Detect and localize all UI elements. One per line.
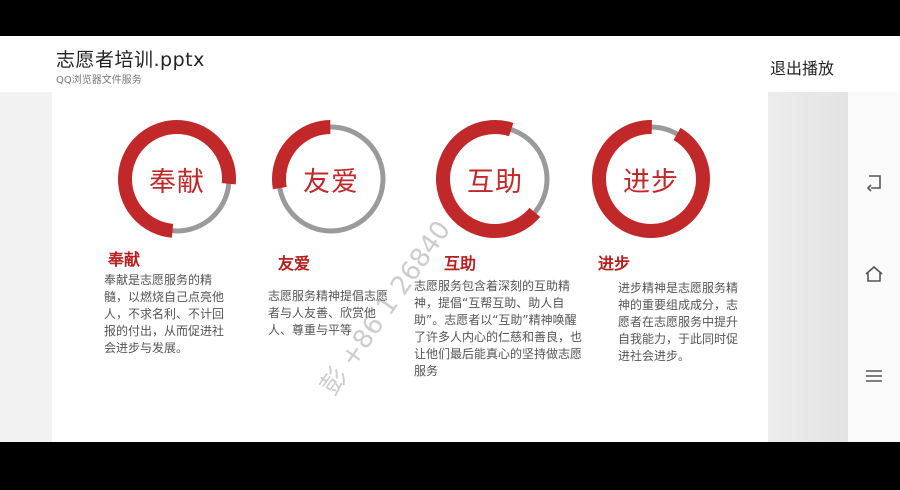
item-description: 志愿服务精神提倡志愿者与人友善、欣赏他人、尊重与平等 [268,289,389,337]
exit-playback-button[interactable]: 退出播放 [770,55,834,79]
item-description: 志愿服务包含着深刻的互助精神，提倡“互帮互助、助人自助”。志愿者以“互助”精神唤… [414,279,583,378]
menu-icon [866,370,882,382]
ring-label: 互助 [467,166,523,198]
menu-button[interactable] [860,362,888,390]
ring-label: 友爱 [303,166,359,198]
item-heading: 互助 [444,254,477,273]
ring-dedication: 奉献 [116,118,238,240]
ring-friendship: 友爱 [270,118,392,240]
navigation-bar [848,92,900,442]
home-icon [865,265,883,282]
ring-label: 进步 [623,166,679,198]
slide-area: 奉献 奉献 奉献是志愿服务的精髓，以燃烧自己点亮他人，不求名利、不计回报的付出，… [0,92,900,442]
home-button[interactable] [860,260,888,288]
viewer-window: 志愿者培训.pptx QQ浏览器文件服务 退出播放 奉献 奉献 奉献是志愿服务的… [0,36,900,442]
ring-label: 奉献 [149,166,205,198]
ring-progress: 进步 [590,118,712,240]
item-heading: 友爱 [278,254,311,273]
back-icon [866,175,881,192]
viewer-header: 志愿者培训.pptx QQ浏览器文件服务 退出播放 [0,36,900,92]
item-heading: 进步 [598,254,631,273]
slide-margin [768,92,848,442]
item-description: 奉献是志愿服务的精髓，以燃烧自己点亮他人，不求名利、不计回报的付出，从而促进社会… [104,273,225,355]
ring-mutual-aid: 互助 [434,118,556,240]
file-subtitle: QQ浏览器文件服务 [56,75,142,86]
back-button[interactable] [860,168,888,196]
item-heading: 奉献 [108,250,141,269]
item-description: 进步精神是志愿服务精神的重要组成成分，志愿者在志愿服务中提升自我能力，于此同时促… [618,281,739,363]
file-title: 志愿者培训.pptx [56,49,205,71]
slide: 奉献 奉献 奉献是志愿服务的精髓，以燃烧自己点亮他人，不求名利、不计回报的付出，… [52,92,768,442]
